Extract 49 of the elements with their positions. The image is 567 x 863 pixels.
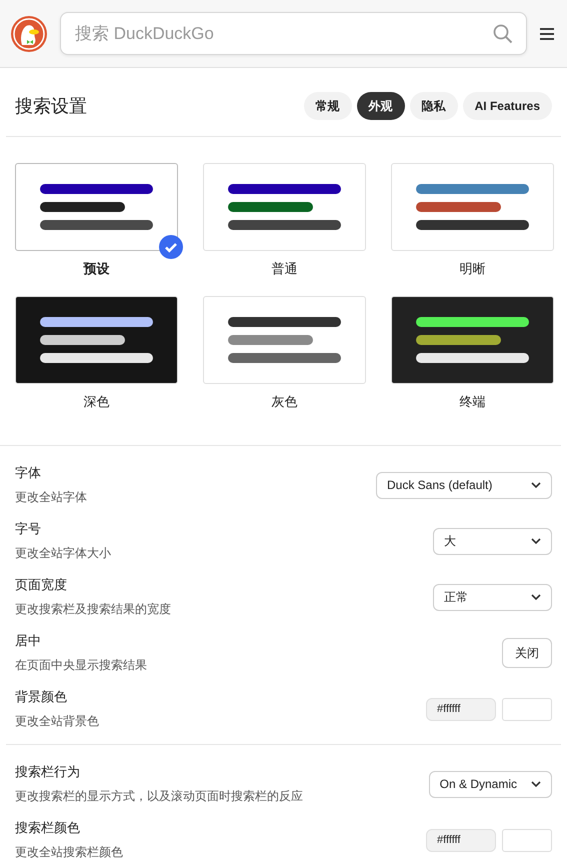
theme-preview-card[interactable] bbox=[203, 296, 366, 384]
duck-logo[interactable] bbox=[10, 14, 48, 52]
theme-preview-card[interactable] bbox=[203, 163, 366, 251]
theme-preview-card[interactable] bbox=[391, 163, 554, 251]
search-field[interactable]: 搜索 DuckDuckGo bbox=[60, 12, 527, 55]
setting-label: 背景颜色 bbox=[15, 688, 68, 706]
color-swatch[interactable] bbox=[502, 698, 552, 720]
theme-preview-card[interactable] bbox=[15, 163, 178, 251]
setting-description: 在页面中央显示搜索结果 bbox=[15, 657, 147, 674]
theme-preview-card[interactable] bbox=[391, 296, 554, 384]
chevron-down-icon bbox=[531, 594, 541, 600]
setting-label: 页面宽度 bbox=[15, 576, 68, 594]
tab[interactable]: 常规 bbox=[304, 92, 352, 120]
setting-label: 字号 bbox=[15, 520, 42, 538]
dropdown[interactable]: 正常 bbox=[433, 584, 552, 610]
setting-description: 更改搜索栏及搜索结果的宽度 bbox=[15, 601, 171, 618]
color-input-field[interactable]: #ffffff bbox=[426, 828, 496, 852]
color-swatch[interactable] bbox=[502, 828, 552, 852]
chevron-down-icon bbox=[531, 781, 541, 787]
toggle-button[interactable]: 关闭 bbox=[502, 638, 552, 668]
dropdown[interactable]: On & Dynamic bbox=[428, 770, 552, 798]
theme-label: 深色 bbox=[84, 393, 110, 411]
theme-label: 灰色 bbox=[272, 393, 298, 411]
setting-label: 字体 bbox=[15, 464, 42, 482]
page-title: 搜索设置 bbox=[15, 95, 87, 118]
theme-preview-card[interactable] bbox=[15, 296, 178, 384]
theme-label: 普通 bbox=[272, 260, 298, 278]
chevron-down-icon bbox=[531, 482, 541, 488]
setting-description: 更改搜索栏的显示方式，以及滚动页面时搜索栏的反应 bbox=[15, 788, 303, 805]
theme-label: 终端 bbox=[460, 393, 486, 411]
setting-description: 更改全站字体大小 bbox=[15, 545, 111, 562]
dropdown[interactable]: 大 bbox=[433, 528, 552, 554]
search-icon[interactable] bbox=[493, 24, 513, 44]
setting-description: 更改全站背景色 bbox=[15, 713, 99, 730]
setting-label: 搜索栏行为 bbox=[15, 763, 81, 781]
tab[interactable]: 隐私 bbox=[410, 92, 458, 120]
setting-label: 居中 bbox=[15, 632, 42, 650]
theme-label: 明晰 bbox=[460, 260, 486, 278]
tab[interactable]: 外观 bbox=[356, 92, 405, 120]
tab[interactable]: AI Features bbox=[462, 92, 552, 120]
setting-description: 更改全站搜索栏颜色 bbox=[15, 844, 123, 861]
theme-label: 预设 bbox=[84, 260, 110, 278]
menu-icon[interactable] bbox=[539, 26, 555, 40]
dropdown[interactable]: Duck Sans (default) bbox=[376, 472, 552, 498]
color-input-field[interactable]: #ffffff bbox=[426, 698, 496, 720]
setting-label: 搜索栏颜色 bbox=[15, 819, 81, 837]
chevron-down-icon bbox=[531, 538, 541, 544]
checkmark-icon bbox=[159, 235, 183, 259]
setting-description: 更改全站字体 bbox=[15, 489, 87, 506]
